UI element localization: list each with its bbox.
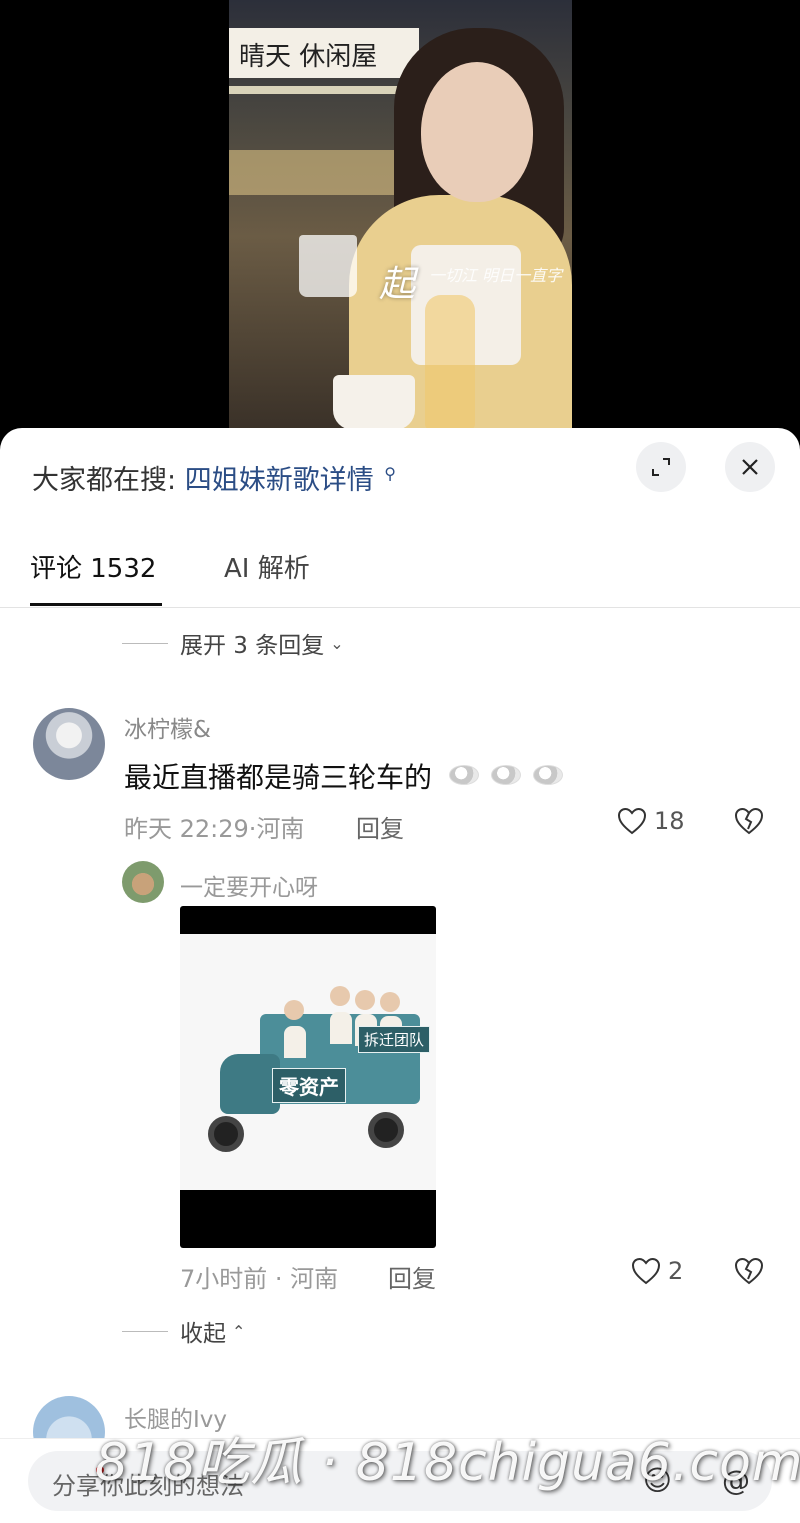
- broken-heart-icon: [734, 807, 764, 835]
- cup: [299, 235, 357, 297]
- tricycle-front: [220, 1054, 280, 1114]
- emoji-stickers: [448, 759, 575, 792]
- reply-like-count: 2: [668, 1257, 684, 1285]
- comment-time: 昨天 22:29: [124, 815, 249, 843]
- expand-replies-button[interactable]: 展开 3 条回复 ⌄: [122, 626, 344, 660]
- search-query-link[interactable]: 四姐妹新歌详情: [185, 465, 374, 496]
- rider-body: [284, 1026, 306, 1058]
- passenger-head: [355, 990, 375, 1010]
- sticker-icon: [490, 765, 521, 785]
- reply-location: 河南: [290, 1265, 339, 1293]
- tab-active-indicator: [30, 603, 162, 606]
- avatar[interactable]: [33, 708, 105, 780]
- video-overlay-title: 起: [379, 264, 416, 305]
- dislike-button[interactable]: [733, 806, 765, 840]
- comment-text: 最近直播都是骑三轮车的: [124, 756, 575, 796]
- video-frame[interactable]: 晴天 休闲屋 起 一切江 明日一直字: [229, 0, 572, 430]
- divider-dash: [122, 1330, 168, 1332]
- collapse-replies-button[interactable]: 收起 ⌃: [122, 1314, 245, 1348]
- like-button[interactable]: 18: [616, 806, 685, 836]
- comment-meta: 昨天 22:29·河南: [124, 815, 305, 843]
- tab-ai-analysis[interactable]: AI 解析: [224, 548, 310, 585]
- comment-body: 最近直播都是骑三轮车的: [124, 761, 433, 794]
- passenger-head: [380, 992, 400, 1012]
- expand-button[interactable]: [636, 442, 686, 492]
- tab-bar: 评论 1532 AI 解析: [0, 548, 800, 608]
- sticker-icon: [448, 765, 479, 785]
- bowl: [333, 375, 415, 430]
- close-button[interactable]: [725, 442, 775, 492]
- close-icon: [742, 459, 758, 475]
- expand-replies-label: 展开 3 条回复: [180, 633, 325, 659]
- reply-meta: 7小时前 · 河南: [180, 1265, 339, 1293]
- tricycle-sign-top: 拆迁团队: [358, 1026, 431, 1053]
- tricycle-sign-bottom: 零资产: [272, 1068, 346, 1103]
- comment-location: 河南: [256, 815, 305, 843]
- comments-sheet: 大家都在搜: 四姐妹新歌详情 ⚲ 评论 1532 AI 解析 展开 3 条回复 …: [0, 428, 800, 1523]
- collapse-label: 收起: [180, 1321, 226, 1347]
- rider-head: [284, 1000, 304, 1020]
- reply-time: 7小时前: [180, 1265, 268, 1293]
- reply-like-button[interactable]: 2: [630, 1256, 683, 1286]
- passenger-head: [330, 986, 350, 1006]
- divider-dash: [122, 642, 168, 644]
- tab-comments[interactable]: 评论 1532: [30, 548, 156, 585]
- sticker-icon: [532, 765, 563, 785]
- site-watermark: 818吃瓜 · 818chigua6.com: [95, 1433, 800, 1493]
- chevron-up-icon: ⌃: [232, 1321, 246, 1341]
- reply-username[interactable]: 一定要开心呀: [180, 868, 318, 902]
- reply-dislike-button[interactable]: [733, 1256, 765, 1290]
- comment-username[interactable]: 冰柠檬&: [124, 710, 211, 744]
- chevron-down-icon: ⌄: [330, 633, 344, 653]
- front-wheel: [208, 1116, 244, 1152]
- shop-counter: [229, 150, 399, 195]
- tricycle-picture: 拆迁团队 零资产: [180, 934, 436, 1190]
- search-suggestion[interactable]: 大家都在搜: 四姐妹新歌详情 ⚲: [32, 458, 396, 497]
- heart-icon: [631, 1257, 661, 1285]
- broken-heart-icon: [734, 1257, 764, 1285]
- reply-image[interactable]: 拆迁团队 零资产: [180, 906, 436, 1248]
- search-prefix: 大家都在搜:: [32, 465, 177, 496]
- reply-avatar[interactable]: [122, 861, 164, 903]
- expand-icon: [652, 458, 670, 476]
- video-player[interactable]: 晴天 休闲屋 起 一切江 明日一直字: [0, 0, 800, 440]
- reply-button[interactable]: 回复: [356, 809, 404, 844]
- rear-wheel: [368, 1112, 404, 1148]
- passenger-body: [330, 1012, 352, 1044]
- search-icon: ⚲: [384, 464, 397, 483]
- shop-sign: 晴天 休闲屋: [229, 28, 419, 78]
- beer-bottle: [425, 295, 475, 430]
- like-count: 18: [654, 807, 685, 835]
- heart-icon: [617, 807, 647, 835]
- reply-reply-button[interactable]: 回复: [388, 1259, 436, 1294]
- video-overlay-subtitle: 一切江 明日一直字: [429, 266, 563, 285]
- person-face: [421, 62, 533, 202]
